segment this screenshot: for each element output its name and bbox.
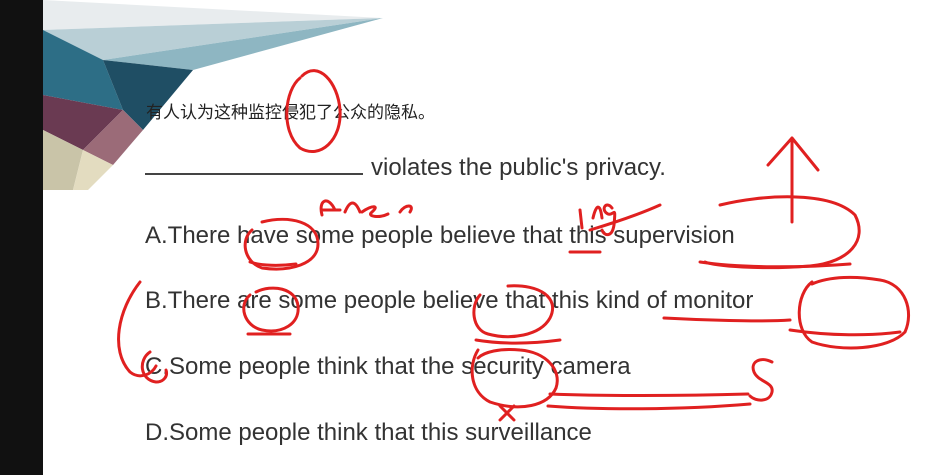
option-c[interactable]: C.Some people think that the security ca…	[145, 353, 631, 381]
fill-in-sentence: violates the public's privacy.	[145, 151, 666, 182]
chinese-prompt: 有人认为这种监控侵犯了公众的隐私。	[146, 103, 435, 123]
sentence-rest: violates the public's privacy.	[371, 154, 666, 181]
option-a[interactable]: A.There have some people believe that th…	[145, 222, 735, 250]
answer-blank	[145, 151, 363, 175]
option-d[interactable]: D.Some people think that this surveillan…	[145, 419, 592, 447]
question-slide: 有人认为这种监控侵犯了公众的隐私。 violates the public's …	[0, 0, 939, 475]
option-b[interactable]: B.There are some people believe that thi…	[145, 287, 753, 315]
